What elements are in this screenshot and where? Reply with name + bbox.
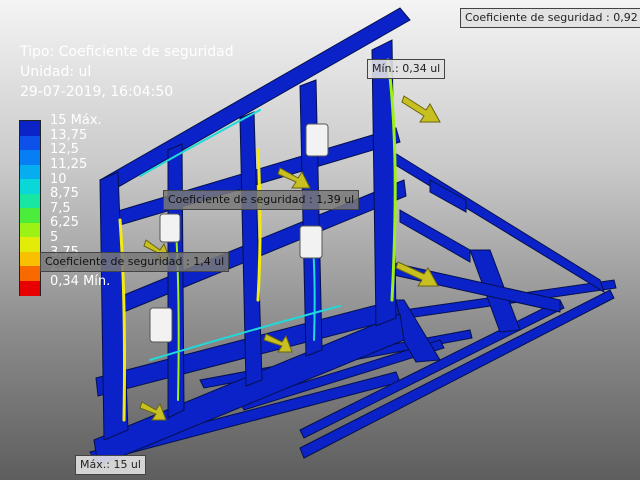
probe-safety-factor-14[interactable]: Coeficiente de seguridad : 1,4 ul: [40, 252, 230, 272]
hotspot-post-3: [256, 148, 262, 302]
color-legend-bar: [19, 120, 41, 296]
load-arrow-1: [401, 95, 441, 123]
result-timestamp: 29-07-2019, 16:04:50: [20, 84, 174, 100]
probe-safety-factor-139[interactable]: Coeficiente de seguridad : 1,39 ul: [163, 190, 360, 210]
legend-swatch: [20, 237, 40, 252]
legend-swatch: [20, 208, 40, 223]
legend-label: 7,5: [50, 200, 71, 216]
legend-swatch: [20, 251, 40, 267]
result-unit-label: Unidad: ul: [20, 64, 92, 80]
legend-swatch: [20, 222, 40, 238]
result-type-label: Tipo: Coeficiente de seguridad: [20, 44, 234, 60]
legend-swatch: [20, 280, 40, 296]
probe-min-034[interactable]: Mín.: 0,34 ul: [367, 59, 446, 79]
bracket-plate-4: [149, 307, 173, 343]
post-2: [167, 143, 185, 419]
fea-model[interactable]: [0, 0, 640, 480]
fea-viewport[interactable]: Tipo: Coeficiente de seguridad Unidad: u…: [0, 0, 640, 480]
legend-label: 5: [50, 230, 59, 246]
legend-swatch: [20, 266, 40, 281]
legend-swatch: [20, 150, 40, 165]
probe-max-15[interactable]: Máx.: 15 ul: [75, 455, 146, 475]
legend-label: 15 Máx.: [50, 113, 102, 128]
legend-swatch: [20, 193, 40, 209]
legend-label: 8,75: [50, 186, 79, 202]
bracket-plate-3: [299, 225, 323, 259]
probe-safety-factor-092[interactable]: Coeficiente de seguridad : 0,92: [460, 8, 640, 28]
upright-panel: [93, 7, 411, 467]
legend-label: 10: [50, 171, 67, 187]
strut-mid: [399, 209, 471, 263]
legend-swatch: [20, 179, 40, 194]
legend-label: 13,75: [50, 127, 88, 143]
legend-label: 6,25: [50, 215, 79, 231]
legend-label: 12,5: [50, 142, 79, 158]
bracket-plate-1: [305, 123, 329, 157]
legend-swatch: [20, 135, 40, 151]
legend-swatch: [20, 164, 40, 180]
legend-swatch: [20, 121, 40, 136]
legend-label: 0,34 Mín.: [50, 274, 111, 289]
bracket-plate-2: [159, 213, 181, 243]
legend-label: 11,25: [50, 156, 88, 172]
